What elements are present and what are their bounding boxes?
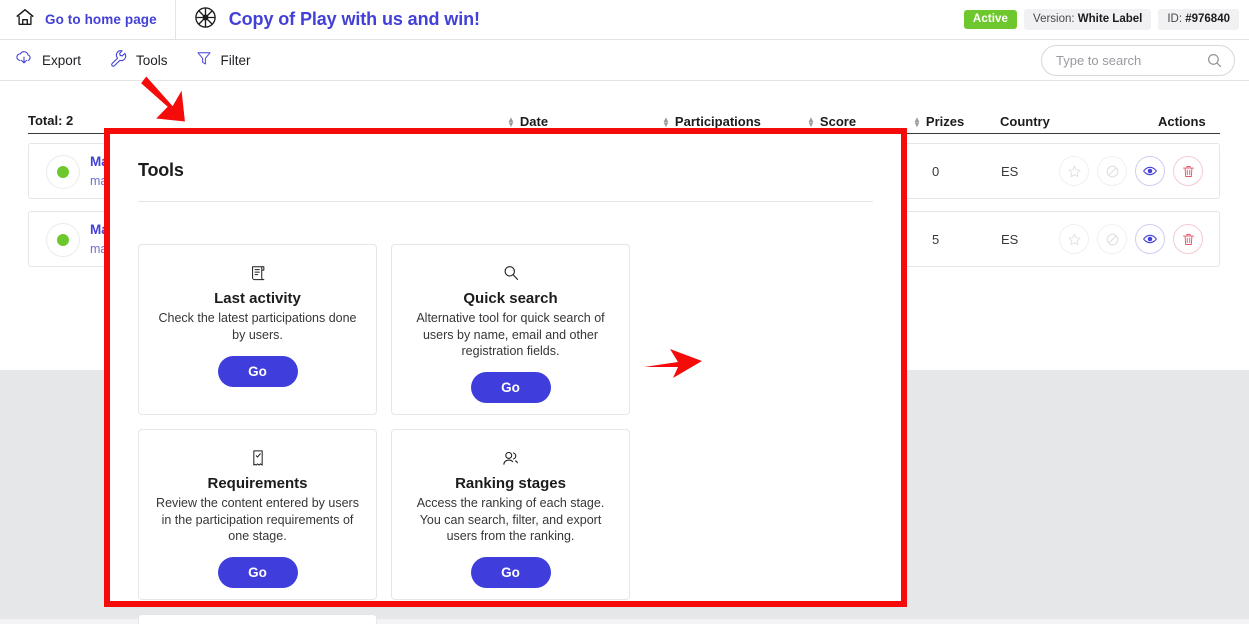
column-label: Actions [1158,114,1206,129]
row-prizes: 5 [932,232,940,247]
ticket-check-icon [153,446,362,470]
filter-label: Filter [220,52,251,68]
brand-area: Copy of Play with us and win! [176,5,480,35]
row-actions [1059,224,1203,254]
id-value: #976840 [1185,13,1230,25]
column-header-actions: Actions [1158,114,1206,129]
version-value: White Label [1077,13,1143,25]
star-icon[interactable] [1059,156,1089,186]
column-label: Country [1000,114,1050,129]
row-prizes: 0 [932,164,940,179]
go-button-quick-search[interactable]: Go [470,371,551,403]
ban-icon[interactable] [1097,224,1127,254]
eye-icon[interactable] [1135,224,1165,254]
trash-icon[interactable] [1173,156,1203,186]
tool-card-prize-redemption[interactable]: Prize Redemption Check the redeemed priz… [138,614,377,624]
status-badge: Active [963,10,1018,29]
id-pill: ID: #976840 [1158,9,1239,30]
row-country: ES [1001,164,1019,179]
column-header-prizes[interactable]: ▲ ▼ Prizes [913,114,964,129]
search-container [1041,44,1235,76]
column-label: Participations [674,114,761,129]
tools-modal: Tools Last activity Check the latest par… [104,128,907,624]
scroll-icon [153,261,362,285]
status-dot [57,166,69,178]
eye-icon[interactable] [1135,156,1165,186]
go-to-home-page-link[interactable]: Go to home page [0,0,176,40]
trash-icon[interactable] [1173,224,1203,254]
top-bar: Go to home page Copy of Play with us and… [0,0,1249,40]
tools-button[interactable]: Tools [108,48,168,73]
tool-card-description: Alternative tool for quick search of use… [416,311,605,358]
modal-divider [138,201,873,202]
tool-card-description: Check the latest participations done by … [158,311,357,342]
tool-card-title: Quick search [463,290,558,307]
search-icon [406,261,615,285]
go-button-last-activity[interactable]: Go [217,356,298,387]
tool-card-ranking-stages[interactable]: Ranking stages Access the ranking of eac… [391,429,630,600]
filter-button[interactable]: Filter [195,49,251,72]
tool-card-title: Last activity [214,290,301,307]
tool-card-description: Review the content entered by users in t… [156,496,359,543]
funnel-icon [195,49,213,72]
modal-title: Tools [138,160,184,180]
avatar [46,155,80,189]
wheel-logo-icon [193,5,218,35]
sort-icon: ▲ ▼ [662,114,670,129]
sort-icon: ▲ ▼ [507,114,515,129]
topbar-meta: Active Version: White Label ID: #976840 [963,9,1249,30]
ban-icon[interactable] [1097,156,1127,186]
column-header-date[interactable]: ▲ ▼ Date [507,114,548,129]
tool-card-title: Ranking stages [455,475,566,492]
column-label: Score [819,114,857,129]
wrench-icon [108,48,128,73]
column-header-score[interactable]: ▲ ▼ Score [807,114,856,129]
go-button-requirements[interactable]: Go [217,556,298,588]
column-header-participations[interactable]: ▲ ▼ Participations [662,114,761,129]
search-icon[interactable] [1206,52,1223,74]
action-toolbar: Export Tools Filter [0,40,1249,81]
ranking-user-icon [406,446,615,470]
export-button[interactable]: Export [14,49,81,72]
tools-label: Tools [136,52,168,68]
go-button-ranking-stages[interactable]: Go [470,556,551,588]
tool-card-quick-search[interactable]: Quick search Alternative tool for quick … [391,244,630,415]
row-country: ES [1001,232,1019,247]
avatar [46,223,80,257]
page-title: Copy of Play with us and win! [228,9,480,29]
row-actions [1059,156,1203,186]
tool-card-requirements[interactable]: Requirements Review the content entered … [138,429,377,600]
app-window: Go to home page Copy of Play with us and… [0,0,1249,624]
column-label: Date [519,114,549,129]
column-label: Prizes [925,114,965,129]
status-dot [57,234,69,246]
tool-card-last-activity[interactable]: Last activity Check the latest participa… [138,244,377,415]
sort-icon: ▲ ▼ [807,114,815,129]
tools-card-grid: Last activity Check the latest participa… [138,244,873,624]
tool-card-description: Access the ranking of each stage. You ca… [416,496,605,543]
home-icon [14,7,36,32]
export-label: Export [42,52,82,68]
column-header-country: Country [1000,114,1050,129]
version-pill: Version: White Label [1024,9,1152,30]
export-cloud-icon [14,49,34,72]
home-link-label: Go to home page [45,12,157,27]
sort-icon: ▲ ▼ [913,114,921,129]
tool-card-title: Requirements [207,475,308,492]
star-icon[interactable] [1059,224,1089,254]
